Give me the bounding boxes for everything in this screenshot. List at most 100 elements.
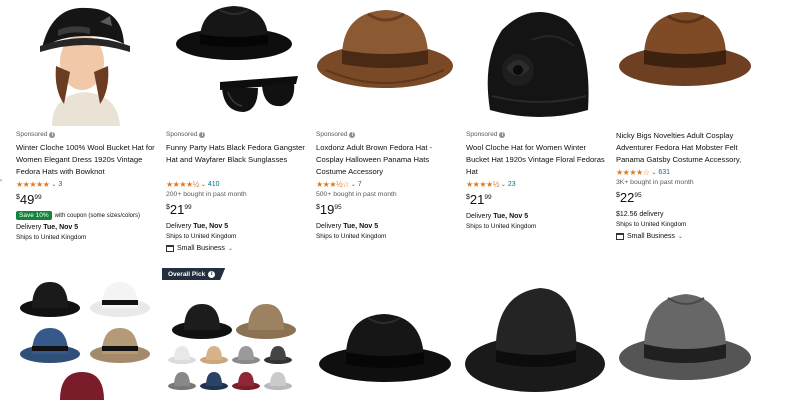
delivery-date: Tue, Nov 5: [43, 224, 79, 231]
product-title[interactable]: Loxdonz Adult Brown Fedora Hat - Cosplay…: [316, 142, 456, 178]
product-image[interactable]: [612, 0, 758, 126]
product-title[interactable]: Funny Party Hats Black Fedora Gangster H…: [166, 142, 306, 178]
product-card[interactable]: [312, 268, 458, 400]
price-fraction: 99: [184, 204, 192, 211]
info-icon[interactable]: i: [499, 131, 506, 138]
product-title[interactable]: Nicky Bigs Novelties Adult Cosplay Adven…: [616, 130, 756, 166]
rating-row[interactable]: ★★★★★ ⌄ 3: [16, 179, 156, 190]
coupon-row: Save 10% with coupon (some sizes/colors): [16, 210, 156, 221]
chevron-down-icon[interactable]: ⌄: [201, 181, 206, 188]
chevron-down-icon[interactable]: ⌄: [351, 181, 356, 188]
chevron-down-icon[interactable]: ⌄: [651, 169, 656, 176]
star-rating-icon[interactable]: ★★★★½: [466, 180, 499, 189]
small-business-label: Small Business: [627, 232, 675, 240]
price[interactable]: $ 21 99: [466, 192, 606, 210]
delivery-info: Delivery Tue, Nov 5: [166, 222, 306, 232]
small-business-badge[interactable]: Small Business ⌄: [166, 243, 306, 253]
overall-pick-label: Overall Pick: [168, 270, 206, 278]
product-image[interactable]: [612, 268, 758, 400]
coupon-text: with coupon (some sizes/colors): [54, 212, 141, 219]
info-icon[interactable]: i: [199, 131, 206, 138]
product-title[interactable]: Winter Cloche 100% Wool Bucket Hat for W…: [16, 142, 156, 178]
delivery-date: Tue, Nov 5: [193, 223, 229, 230]
product-card[interactable]: [462, 268, 608, 400]
product-info: Sponsored i Wool Cloche Hat for Women Wi…: [466, 130, 606, 231]
price-fraction: 95: [634, 192, 642, 199]
product-card[interactable]: Overall Pick i: [162, 268, 308, 400]
delivery-label: Delivery: [466, 213, 492, 220]
star-rating-icon[interactable]: ★★★★☆: [616, 168, 650, 177]
delivery-label: Delivery: [16, 224, 42, 231]
price[interactable]: $ 21 99: [166, 202, 306, 220]
ships-to: Ships to United Kingdom: [466, 223, 537, 230]
product-card[interactable]: Nicky Bigs Novelties Adult Cosplay Adven…: [612, 0, 758, 260]
price-fraction: 99: [34, 194, 42, 201]
small-business-badge[interactable]: Small Business ⌄: [616, 231, 756, 241]
price-whole: 22: [619, 190, 635, 205]
info-icon[interactable]: i: [208, 270, 216, 278]
small-business-label: Small Business: [177, 244, 225, 252]
product-info: Sponsored i Winter Cloche 100% Wool Buck…: [16, 130, 156, 242]
product-image[interactable]: [162, 268, 308, 400]
product-info: Sponsored i Funny Party Hats Black Fedor…: [166, 130, 306, 253]
price-whole: 49: [19, 192, 35, 207]
product-image[interactable]: [12, 268, 158, 400]
review-count[interactable]: 3: [58, 181, 62, 188]
bought-count: 500+ bought in past month: [316, 191, 397, 198]
overall-pick-badge[interactable]: Overall Pick i: [162, 268, 226, 280]
review-count[interactable]: 631: [658, 169, 670, 176]
sponsored-text: Sponsored: [16, 131, 48, 138]
product-title[interactable]: Wool Cloche Hat for Women Winter Bucket …: [466, 142, 606, 178]
price[interactable]: $ 49 99: [16, 192, 156, 210]
sponsored-label[interactable]: Sponsored i: [316, 130, 456, 139]
product-card[interactable]: Sponsored i Funny Party Hats Black Fedor…: [162, 0, 308, 260]
delivery-date: Tue, Nov 5: [343, 223, 379, 230]
price[interactable]: $ 22 95: [616, 190, 756, 208]
results-grid: Sponsored i Winter Cloche 100% Wool Buck…: [0, 0, 800, 400]
rating-row[interactable]: ★★★★½ ⌄ 23: [466, 179, 606, 190]
rating-row[interactable]: ★★★★½ ⌄ 410: [166, 179, 306, 190]
rating-row[interactable]: ★★★½☆ ⌄ 7: [316, 179, 456, 190]
sponsored-text: Sponsored: [166, 131, 198, 138]
ships-to: Ships to United Kingdom: [316, 233, 387, 240]
sponsored-label[interactable]: Sponsored i: [466, 130, 606, 139]
product-image[interactable]: [12, 0, 158, 126]
product-card[interactable]: Sponsored i Wool Cloche Hat for Women Wi…: [462, 0, 608, 260]
price[interactable]: $ 19 95: [316, 202, 456, 220]
bought-count: 200+ bought in past month: [166, 191, 247, 198]
price-fraction: 95: [334, 204, 342, 211]
delivery-info: $12.56 delivery: [616, 211, 664, 218]
review-count[interactable]: 410: [208, 181, 220, 188]
chevron-down-icon[interactable]: ⌄: [501, 181, 506, 188]
rating-row[interactable]: ★★★★☆ ⌄ 631: [616, 167, 756, 178]
star-rating-icon[interactable]: ★★★½☆: [316, 180, 349, 189]
product-image[interactable]: [162, 0, 308, 126]
save-badge[interactable]: Save 10%: [16, 211, 52, 220]
star-rating-icon[interactable]: ★★★★★: [16, 180, 50, 189]
sponsored-label[interactable]: Sponsored i: [16, 130, 156, 139]
sponsored-label[interactable]: Sponsored i: [166, 130, 306, 139]
chevron-down-icon[interactable]: ⌄: [51, 181, 56, 188]
product-card[interactable]: [12, 268, 158, 400]
product-card[interactable]: [612, 268, 758, 400]
price-whole: 21: [169, 202, 185, 217]
review-count[interactable]: 23: [508, 181, 516, 188]
product-image[interactable]: [462, 0, 608, 126]
review-count[interactable]: 7: [358, 181, 362, 188]
chevron-down-icon[interactable]: ⌄: [228, 245, 233, 252]
product-image[interactable]: [312, 268, 458, 400]
info-icon[interactable]: i: [349, 131, 356, 138]
product-card[interactable]: Sponsored i Loxdonz Adult Brown Fedora H…: [312, 0, 458, 260]
small-business-icon: [166, 244, 174, 252]
delivery-info: Delivery Tue, Nov 5: [466, 212, 606, 222]
price-whole: 21: [469, 192, 485, 207]
product-image[interactable]: [462, 268, 608, 400]
star-rating-icon[interactable]: ★★★★½: [166, 180, 199, 189]
info-icon[interactable]: i: [49, 131, 56, 138]
chevron-left-icon[interactable]: ‹: [0, 178, 6, 186]
delivery-date: Tue, Nov 5: [493, 213, 529, 220]
product-card[interactable]: Sponsored i Winter Cloche 100% Wool Buck…: [12, 0, 158, 260]
chevron-down-icon[interactable]: ⌄: [678, 233, 683, 240]
product-image[interactable]: [312, 0, 458, 126]
price-whole: 19: [319, 202, 335, 217]
